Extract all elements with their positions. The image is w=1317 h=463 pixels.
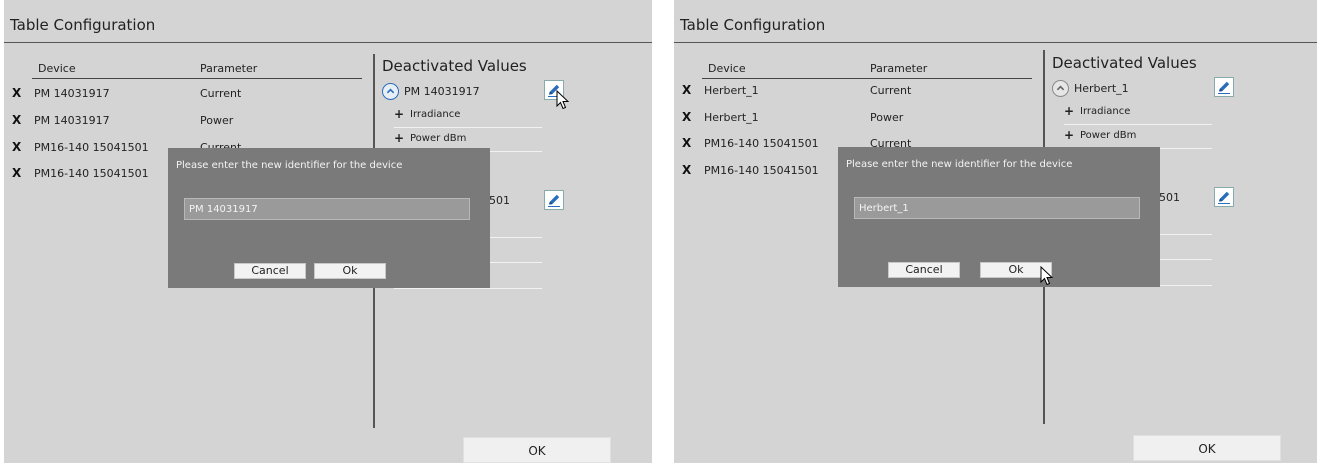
table-configuration-panel-left: Table Configuration Device Parameter X P… [4,0,652,463]
cancel-button[interactable]: Cancel [234,263,306,279]
remove-row-button[interactable]: X [682,136,691,150]
pencil-edit-icon [1218,191,1230,204]
edit-device-button[interactable] [544,80,564,100]
ok-button[interactable]: OK [463,437,611,463]
row-device: PM16-140 15041501 [704,164,819,177]
edit-device-button[interactable] [544,190,564,210]
remove-row-button[interactable]: X [12,113,21,127]
remove-row-button[interactable]: X [12,166,21,180]
deactivated-device-name: PM 14031917 [404,85,480,98]
edit-device-button[interactable] [1214,187,1234,207]
deactivated-value-label: Irradiance [410,109,461,120]
row-device: PM16-140 15041501 [34,141,149,154]
rename-device-dialog: Please enter the new identifier for the … [168,148,490,288]
plus-icon: + [1064,128,1075,142]
row-parameter: Current [870,84,912,97]
row-device: PM 14031917 [34,87,110,100]
plus-icon: + [394,131,405,145]
edit-device-button[interactable] [1214,77,1234,97]
remove-row-button[interactable]: X [12,140,21,154]
deactivated-values-title: Deactivated Values [382,57,527,75]
deactivated-value-item[interactable]: + Power dBm [1064,127,1212,149]
row-device: Herbert_1 [704,111,759,124]
remove-row-button[interactable]: X [682,83,691,97]
column-header-parameter: Parameter [200,62,258,75]
row-parameter: Current [200,87,242,100]
rename-device-dialog: Please enter the new identifier for the … [838,147,1160,287]
deactivated-value-item[interactable]: + Irradiance [394,106,542,128]
plus-icon: + [1064,104,1075,118]
table-configuration-panel-right: Table Configuration Device Parameter X H… [674,0,1317,463]
chevron-up-circle-icon[interactable] [1052,80,1069,97]
column-header-device: Device [38,62,76,75]
panel-title: Table Configuration [10,16,156,34]
plus-icon: + [394,107,405,121]
second-device-name-fragment: 501 [489,194,510,207]
dialog-prompt: Please enter the new identifier for the … [846,159,1073,170]
row-parameter: Power [200,114,234,127]
deactivated-value-label: Power dBm [1080,130,1137,141]
pencil-edit-icon [548,84,560,97]
value-separator [394,288,542,289]
row-parameter: Power [870,111,904,124]
deactivated-values-title: Deactivated Values [1052,54,1197,72]
row-device: PM 14031917 [34,114,110,127]
ok-button[interactable]: OK [1133,435,1281,461]
title-divider [674,42,1317,43]
column-header-device: Device [708,62,746,75]
header-divider [32,78,362,79]
remove-row-button[interactable]: X [682,163,691,177]
dialog-ok-button[interactable]: Ok [980,262,1052,278]
pencil-edit-icon [1218,81,1230,94]
row-device: PM16-140 15041501 [704,137,819,150]
row-device: Herbert_1 [704,84,759,97]
column-header-parameter: Parameter [870,62,928,75]
device-identifier-input[interactable] [184,198,470,220]
cancel-button[interactable]: Cancel [888,262,960,278]
chevron-up-circle-icon[interactable] [382,83,399,100]
deactivated-value-label: Power dBm [410,133,467,144]
row-device: PM16-140 15041501 [34,167,149,180]
dialog-ok-button[interactable]: Ok [314,263,386,279]
second-device-name-fragment: 501 [1159,191,1180,204]
pencil-edit-icon [548,194,560,207]
deactivated-value-item[interactable]: + Irradiance [1064,103,1212,125]
header-divider [702,78,1032,79]
device-identifier-input[interactable] [854,197,1140,219]
remove-row-button[interactable]: X [12,86,21,100]
deactivated-value-label: Irradiance [1080,106,1131,117]
panel-title: Table Configuration [680,16,826,34]
title-divider [4,42,652,43]
remove-row-button[interactable]: X [682,110,691,124]
dialog-prompt: Please enter the new identifier for the … [176,160,403,171]
deactivated-device-name: Herbert_1 [1074,82,1129,95]
